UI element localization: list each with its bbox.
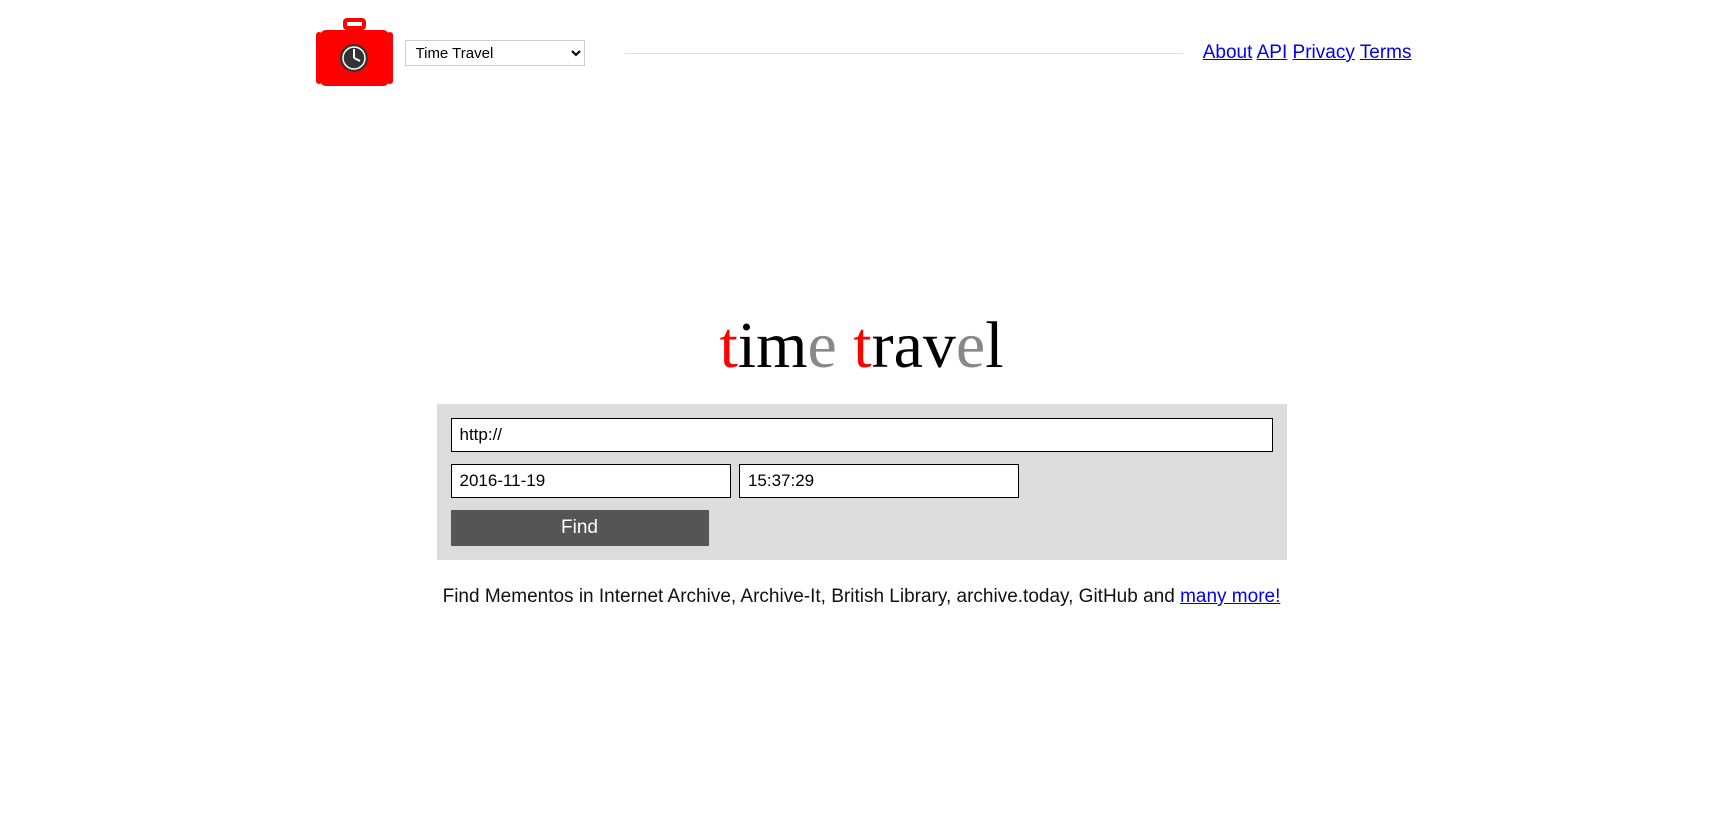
page-title: time travel [312,308,1412,384]
about-link[interactable]: About [1203,42,1253,63]
logo-suitcase-icon[interactable] [312,18,397,88]
search-form: Find [437,404,1287,560]
header: Time Travel About API Privacy Terms [312,18,1412,88]
terms-link[interactable]: Terms [1360,42,1412,63]
many-more-link[interactable]: many more! [1180,586,1280,607]
nav-select[interactable]: Time Travel [405,40,585,66]
date-input[interactable] [451,464,731,498]
tagline-text: Find Mementos in Internet Archive, Archi… [443,586,1180,607]
tagline: Find Mementos in Internet Archive, Archi… [312,586,1412,608]
privacy-link[interactable]: Privacy [1293,42,1355,63]
find-button[interactable]: Find [451,510,709,546]
api-link[interactable]: API [1257,42,1288,63]
nav-links: About API Privacy Terms [1203,42,1412,64]
time-input[interactable] [739,464,1019,498]
main: time travel Find Find Mementos in Intern… [312,308,1412,608]
header-divider [625,53,1183,54]
url-input[interactable] [451,418,1273,452]
